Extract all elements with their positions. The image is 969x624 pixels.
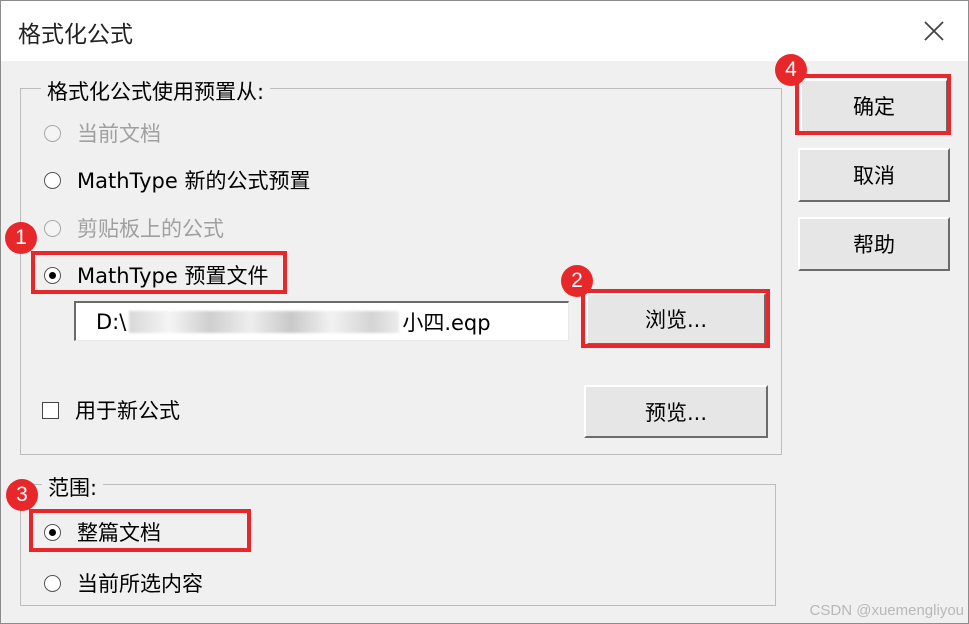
radio-button (44, 124, 61, 142)
file-path-suffix: 小四.eqp (402, 310, 491, 335)
highlight-browse-button (581, 289, 770, 348)
step-badge-1: 1 (5, 222, 37, 254)
radio-current-selection[interactable]: 当前所选内容 (44, 566, 203, 600)
radio-label: MathType 新的公式预置 (77, 169, 311, 193)
radio-button (44, 574, 61, 592)
source-group-legend: 格式化公式使用预置从: (41, 76, 271, 106)
close-icon (924, 21, 944, 41)
radio-mathtype-new-defaults[interactable]: MathType 新的公式预置 (44, 163, 310, 197)
highlight-ok-button (795, 74, 951, 135)
radio-label: 剪贴板上的公式 (77, 217, 224, 241)
redacted-path (129, 310, 400, 333)
radio-label: 当前文档 (77, 122, 161, 146)
use-for-new-equations-checkbox[interactable]: 用于新公式 (42, 393, 180, 427)
close-button[interactable] (913, 11, 955, 51)
preview-button[interactable]: 预览... (584, 385, 768, 438)
radio-label: 当前所选内容 (77, 572, 203, 596)
highlight-whole-document (29, 509, 251, 552)
watermark: CSDN @xuemengliyou (809, 602, 964, 619)
help-button[interactable]: 帮助 (798, 217, 950, 271)
scope-group-legend: 范围: (42, 472, 104, 502)
step-badge-4: 4 (775, 54, 807, 86)
step-badge-2: 2 (561, 265, 593, 297)
radio-button (44, 171, 61, 189)
checkbox-label: 用于新公式 (75, 399, 180, 423)
radio-button (44, 219, 61, 237)
checkbox-box (42, 401, 59, 419)
title-bar: 格式化公式 (1, 1, 968, 61)
radio-clipboard-equation[interactable]: 剪贴板上的公式 (44, 211, 224, 245)
cancel-button[interactable]: 取消 (798, 148, 950, 202)
highlight-preference-file (31, 251, 287, 294)
step-badge-3: 3 (6, 479, 38, 511)
radio-current-document[interactable]: 当前文档 (44, 116, 161, 150)
dialog-title: 格式化公式 (18, 22, 133, 48)
file-path-input[interactable]: D:\ 小四.eqp (74, 301, 569, 341)
format-equations-dialog: 格式化公式 格式化公式使用预置从: 当前文档 MathType 新的公式预置 剪… (0, 0, 969, 624)
file-path-prefix: D:\ (96, 309, 127, 334)
